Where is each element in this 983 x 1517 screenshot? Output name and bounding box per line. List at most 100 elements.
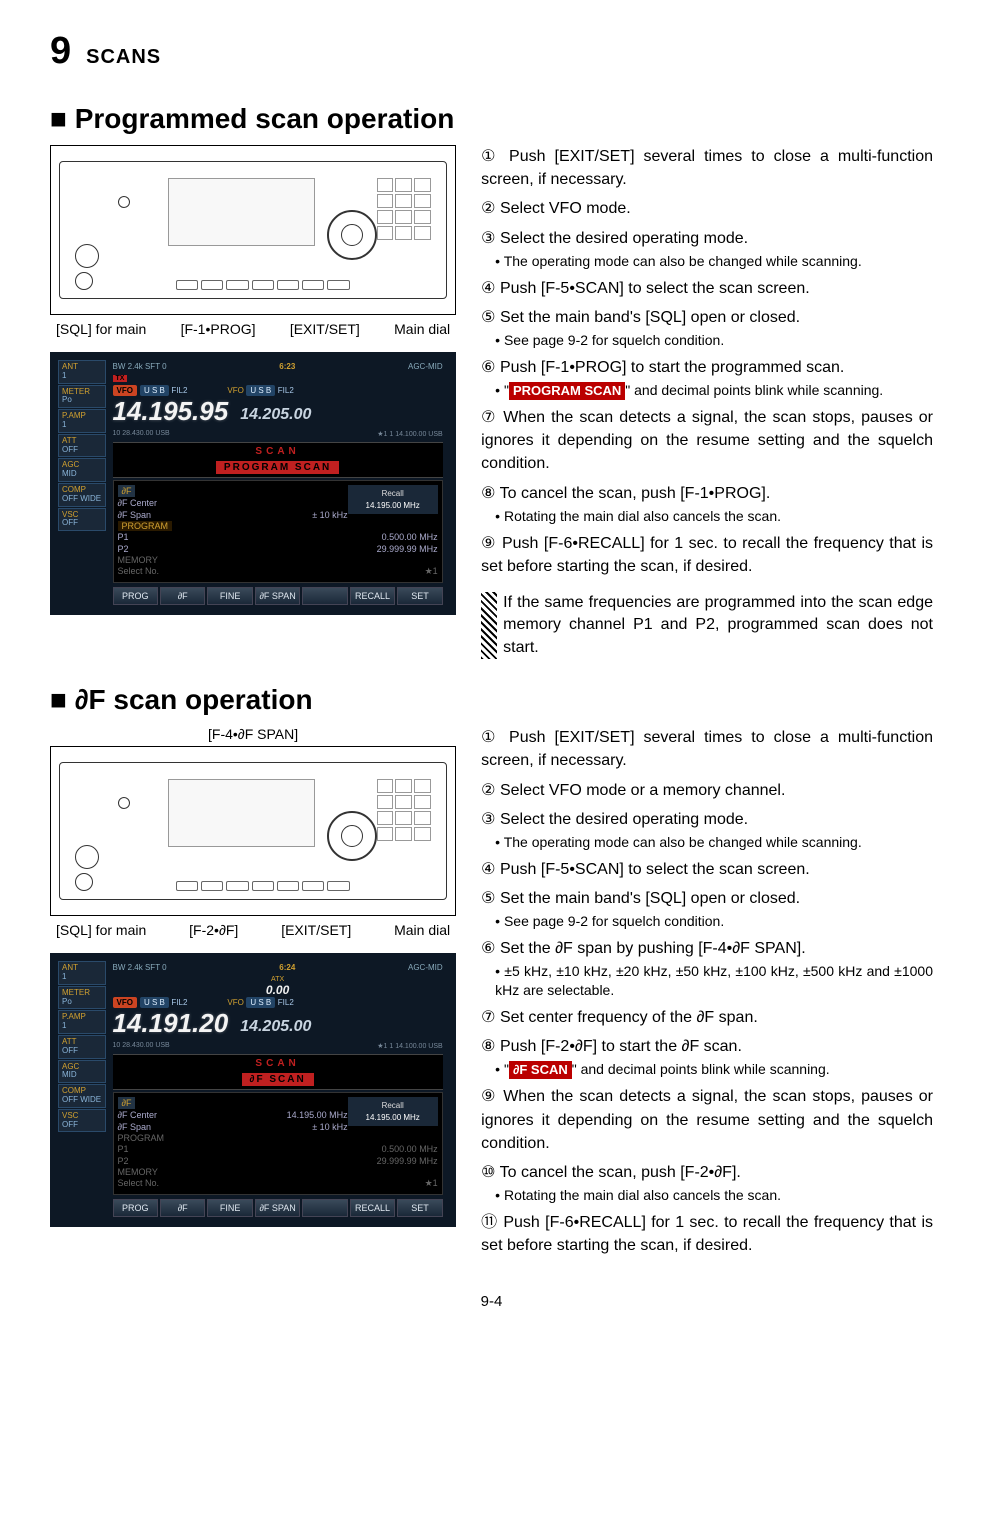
main-frequency: 14.191.20: [113, 1010, 229, 1036]
step-4: ④ Push [F-5•SCAN] to select the scan scr…: [481, 858, 933, 881]
softkey-row-outline: [176, 881, 350, 891]
lcd-sidebar: ANT1 METERPo P.AMP1 ATTOFF AGCMID COMPOF…: [58, 360, 106, 532]
callout-exitset: [EXIT/SET]: [281, 922, 351, 938]
step-11: ⑪ Push [F-6•RECALL] for 1 sec. to recall…: [481, 1211, 933, 1257]
step-8: ⑧ To cancel the scan, push [F-1•PROG].• …: [481, 482, 933, 526]
phones-jack-outline: [75, 873, 93, 891]
step-9: ⑨ Push [F-6•RECALL] for 1 sec. to recall…: [481, 532, 933, 578]
section1-title: ■ Programmed scan operation: [50, 103, 933, 135]
scan-settings-panel: Recall 14.195.00 MHz ∂F ∂F Center14.195.…: [113, 1092, 443, 1195]
bandwidth-readout: BW 2.4k SFT 0: [113, 362, 167, 371]
main-frequency: 14.195.95: [113, 398, 229, 424]
softkey-blank: [302, 587, 347, 605]
main-dial-outline: [327, 210, 377, 260]
recall-box: Recall 14.195.00 MHz: [348, 1097, 438, 1126]
scan-header: SCAN ∂F SCAN: [113, 1054, 443, 1090]
step-7: ⑦ When the scan detects a signal, the sc…: [481, 406, 933, 476]
lcd-screen-outline: [168, 779, 315, 847]
df-scan-inline-badge: ∂F SCAN: [509, 1061, 572, 1079]
softkey-recall[interactable]: RECALL: [350, 1199, 395, 1217]
scan-header: SCAN PROGRAM SCAN: [113, 442, 443, 478]
softkey-set[interactable]: SET: [397, 587, 442, 605]
lcd-sidebar: ANT1 METERPo P.AMP1 ATTOFF AGCMID COMPOF…: [58, 961, 106, 1133]
softkey-fine[interactable]: FINE: [207, 1199, 252, 1217]
callout-sql: [SQL] for main: [56, 922, 146, 938]
step-10: ⑩ To cancel the scan, push [F-2•∂F].• Ro…: [481, 1161, 933, 1205]
step-7: ⑦ Set center frequency of the ∂F span.: [481, 1006, 933, 1029]
radio-front-panel-diagram-2: [50, 746, 456, 916]
callout-exitset: [EXIT/SET]: [290, 321, 360, 337]
step-1: ① Push [EXIT/SET] several times to close…: [481, 726, 933, 772]
step-9: ⑨ When the scan detects a signal, the sc…: [481, 1085, 933, 1155]
softkey-dfspan[interactable]: ∂F SPAN: [255, 587, 300, 605]
sql-knob-outline: [75, 845, 99, 869]
softkey-df[interactable]: ∂F: [160, 1199, 205, 1217]
program-scan-badge: PROGRAM SCAN: [216, 461, 339, 474]
step-1: ① Push [EXIT/SET] several times to close…: [481, 145, 933, 191]
keypad-outline: [377, 779, 431, 840]
note-text: If the same frequencies are programmed i…: [503, 592, 933, 659]
section1-steps: ① Push [EXIT/SET] several times to close…: [481, 145, 933, 578]
sub-frequency: 14.205.00: [240, 1018, 311, 1036]
step-5: ⑤ Set the main band's [SQL] open or clos…: [481, 887, 933, 931]
top-callout: [F-4•∂F SPAN]: [50, 726, 456, 742]
lcd-screen-outline: [168, 178, 315, 246]
program-scan-inline-badge: PROGRAM SCAN: [509, 382, 625, 400]
callout-f2df: [F-2•∂F]: [189, 922, 238, 938]
softkey-row-outline: [176, 280, 350, 290]
recall-box: Recall 14.195.00 MHz: [348, 485, 438, 514]
phones-jack-outline: [75, 272, 93, 290]
step-5: ⑤ Set the main band's [SQL] open or clos…: [481, 306, 933, 350]
softkey-fine[interactable]: FINE: [207, 587, 252, 605]
softkey-df[interactable]: ∂F: [160, 587, 205, 605]
step-8: ⑧ Push [F-2•∂F] to start the ∂F scan. • …: [481, 1035, 933, 1079]
tx-indicator: TX: [113, 375, 128, 382]
step-2: ② Select VFO mode or a memory channel.: [481, 779, 933, 802]
softkey-blank: [302, 1199, 347, 1217]
callout-maindial: Main dial: [394, 321, 450, 337]
hatch-decoration: [481, 592, 497, 659]
softkey-recall[interactable]: RECALL: [350, 587, 395, 605]
keypad-outline: [377, 178, 431, 239]
section2-steps: ① Push [EXIT/SET] several times to close…: [481, 726, 933, 1257]
softkey-bar: PROG ∂F FINE ∂F SPAN RECALL SET: [113, 1199, 443, 1217]
step-3: ③ Select the desired operating mode.• Th…: [481, 808, 933, 852]
jack-outline: [118, 797, 130, 809]
step-2: ② Select VFO mode.: [481, 197, 933, 220]
softkey-dfspan[interactable]: ∂F SPAN: [255, 1199, 300, 1217]
callout-sql: [SQL] for main: [56, 321, 146, 337]
softkey-set[interactable]: SET: [397, 1199, 442, 1217]
callout-f1prog: [F-1•PROG]: [181, 321, 256, 337]
radio-front-panel-diagram: [50, 145, 456, 315]
step-6: ⑥ Push [F-1•PROG] to start the programme…: [481, 356, 933, 400]
atx-value: 0.00: [113, 983, 443, 997]
page-header: 9 SCANS: [50, 30, 933, 73]
softkey-bar: PROG ∂F FINE ∂F SPAN RECALL SET: [113, 587, 443, 605]
lcd-screenshot-program-scan: ANT1 METERPo P.AMP1 ATTOFF AGCMID COMPOF…: [50, 352, 456, 615]
vfo-badge: VFO: [113, 385, 137, 396]
lcd-screenshot-df-scan: ANT1 METERPo P.AMP1 ATTOFF AGCMID COMPOF…: [50, 953, 456, 1227]
callout-maindial: Main dial: [394, 922, 450, 938]
agc-readout: AGC-MID: [408, 362, 443, 371]
step-3: ③ Select the desired operating mode.• Th…: [481, 227, 933, 271]
df-scan-badge: ∂F SCAN: [242, 1073, 314, 1086]
chapter-number: 9: [50, 30, 71, 73]
jack-outline: [118, 196, 130, 208]
clock: 6:24: [279, 963, 295, 972]
chapter-title: SCANS: [86, 46, 161, 69]
diagram-callouts-2: [SQL] for main [F-2•∂F] [EXIT/SET] Main …: [50, 922, 456, 938]
sql-knob-outline: [75, 244, 99, 268]
step-4: ④ Push [F-5•SCAN] to select the scan scr…: [481, 277, 933, 300]
note-block: If the same frequencies are programmed i…: [481, 592, 933, 659]
sub-frequency: 14.205.00: [240, 406, 311, 424]
step-6: ⑥ Set the ∂F span by pushing [F-4•∂F SPA…: [481, 937, 933, 1000]
clock: 6:23: [279, 362, 295, 371]
scan-settings-panel: Recall 14.195.00 MHz ∂F ∂F Center ∂F Spa…: [113, 480, 443, 583]
diagram-callouts: [SQL] for main [F-1•PROG] [EXIT/SET] Mai…: [50, 321, 456, 337]
softkey-prog[interactable]: PROG: [113, 587, 158, 605]
main-dial-outline: [327, 811, 377, 861]
softkey-prog[interactable]: PROG: [113, 1199, 158, 1217]
section2-title: ■ ∂F scan operation: [50, 684, 933, 716]
mode-badge: U S B: [140, 385, 169, 396]
page-number: 9-4: [50, 1293, 933, 1310]
